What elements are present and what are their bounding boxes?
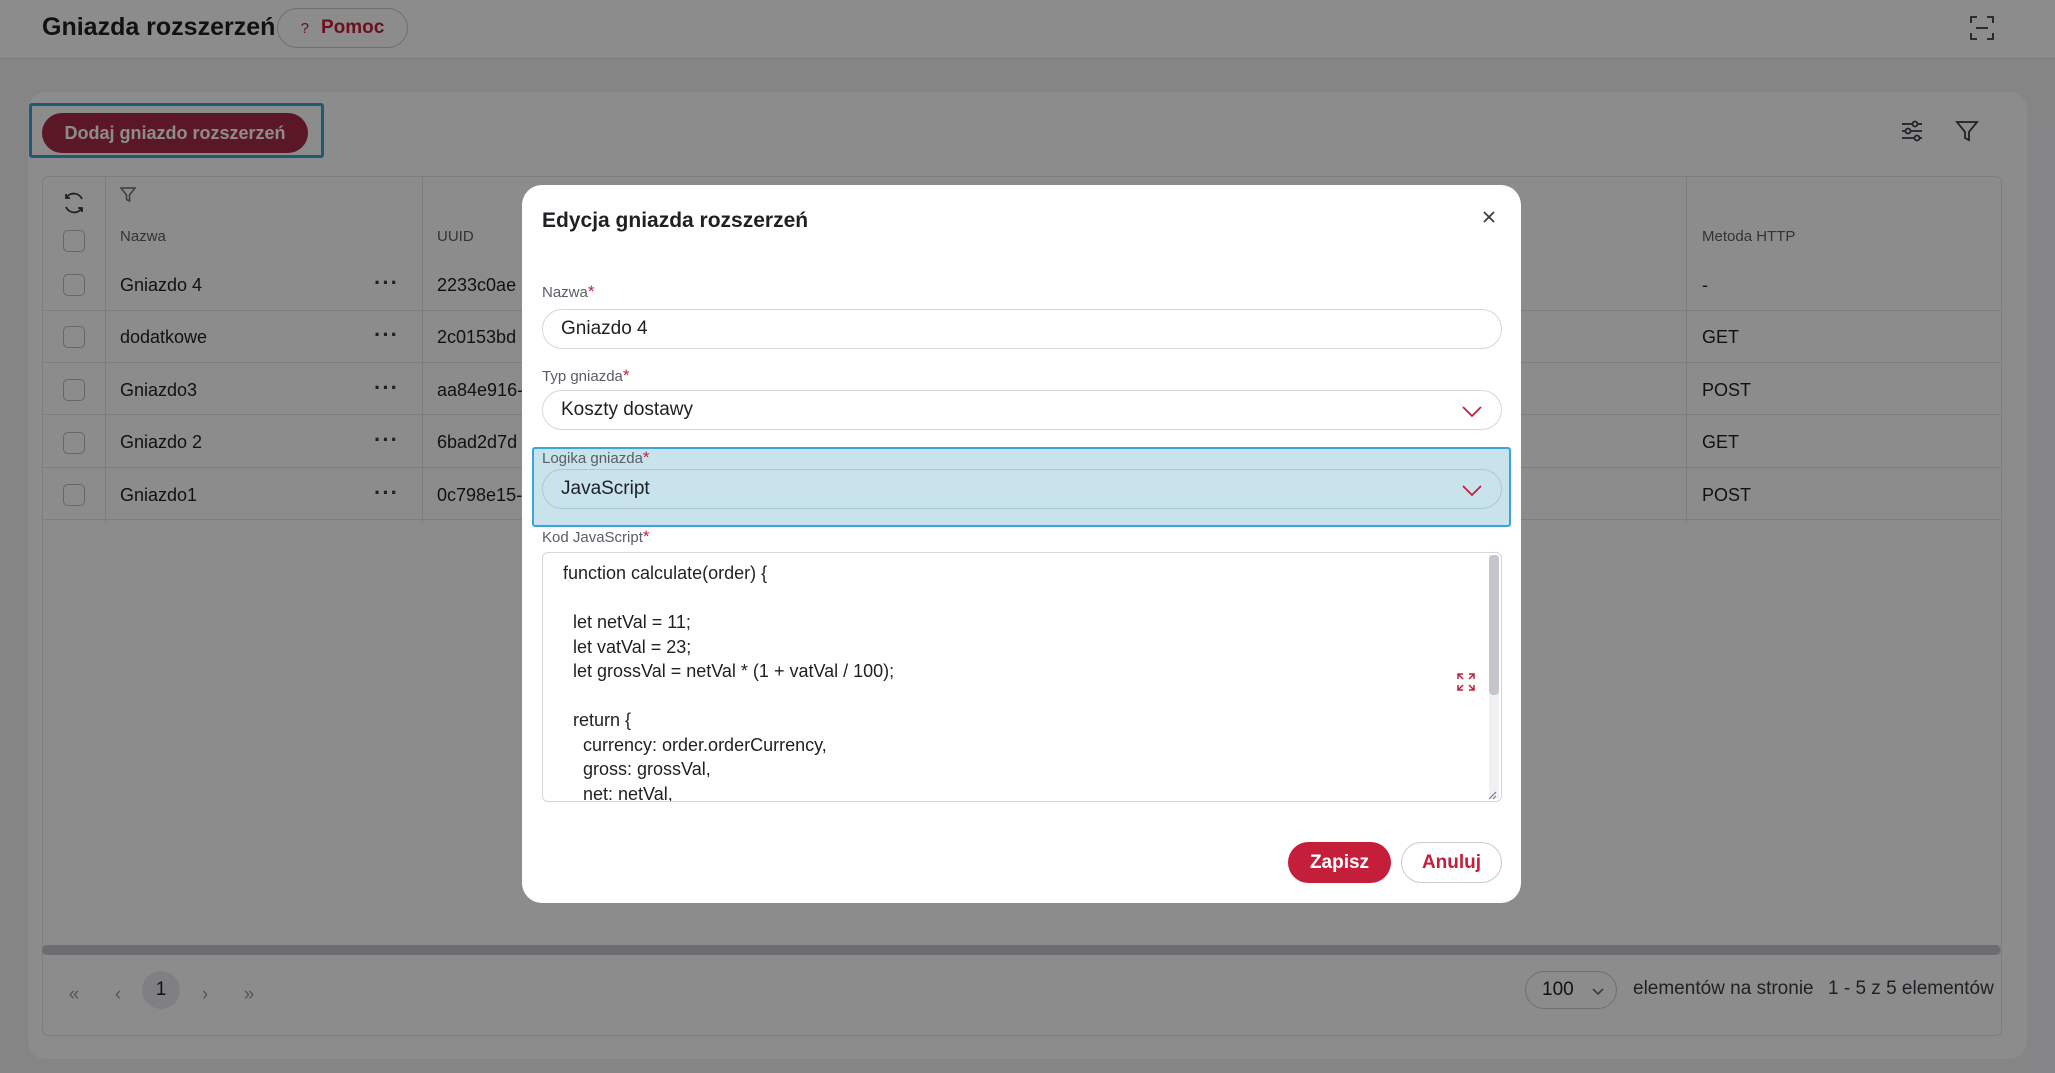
required-marker: * <box>587 282 595 301</box>
dialog-title: Edycja gniazda rozszerzeń <box>542 209 809 232</box>
cancel-button[interactable]: Anuluj <box>1401 842 1502 883</box>
logic-value: JavaScript <box>561 478 650 499</box>
chevron-down-icon <box>1462 406 1482 418</box>
type-value: Koszty dostawy <box>561 399 693 420</box>
chevron-down-icon <box>1462 485 1482 497</box>
expand-icon[interactable] <box>1455 671 1477 693</box>
code-scrollbar-thumb[interactable] <box>1489 555 1499 695</box>
logic-field-label: Logika gniazda* <box>542 448 650 468</box>
label-text: Nazwa <box>542 284 588 301</box>
required-marker: * <box>642 448 650 467</box>
name-field-label: Nazwa* <box>542 282 594 302</box>
logic-field-focus: Logika gniazda* JavaScript <box>532 447 1511 527</box>
required-marker: * <box>642 527 650 546</box>
label-text: Typ gniazda <box>542 368 623 385</box>
resize-handle-icon[interactable] <box>1487 790 1497 800</box>
type-select[interactable]: Koszty dostawy <box>542 390 1502 430</box>
required-marker: * <box>622 366 630 385</box>
label-text: Logika gniazda <box>542 450 643 467</box>
name-value: Gniazdo 4 <box>561 318 648 339</box>
type-field-label: Typ gniazda* <box>542 366 630 386</box>
close-icon[interactable] <box>1477 205 1501 229</box>
code-editor[interactable]: function calculate(order) { let netVal =… <box>542 552 1502 802</box>
label-text: Kod JavaScript <box>542 529 643 546</box>
code-text[interactable]: function calculate(order) { let netVal =… <box>543 561 1483 801</box>
logic-select[interactable]: JavaScript <box>542 469 1502 509</box>
edit-extension-slot-dialog: Edycja gniazda rozszerzeń Nazwa* Gniazdo… <box>522 185 1521 903</box>
code-field-label: Kod JavaScript* <box>542 527 650 547</box>
save-button[interactable]: Zapisz <box>1288 842 1391 883</box>
name-input[interactable]: Gniazdo 4 <box>542 309 1502 349</box>
